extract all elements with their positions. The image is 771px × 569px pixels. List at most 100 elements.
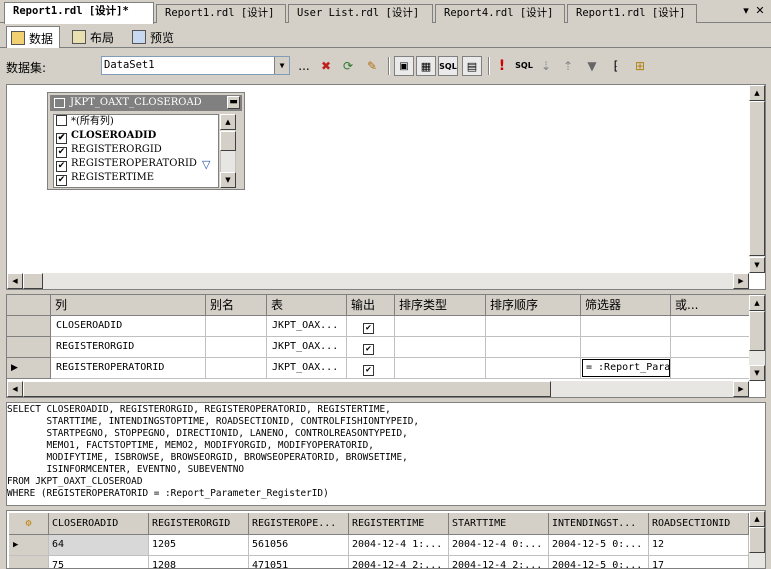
results-cell[interactable]: 2004-12-4 2:... (349, 556, 449, 568)
grid-cell-sort-type[interactable] (395, 337, 486, 358)
scroll-left-icon[interactable]: ◀ (7, 381, 23, 397)
row-selector[interactable] (9, 556, 49, 568)
grid-cell-filter[interactable] (581, 316, 671, 337)
grid-cell-table[interactable]: JKPT_OAX... (267, 316, 347, 337)
grid-vscroll[interactable]: ▲ ▼ (749, 295, 765, 381)
grid-header-alias[interactable]: 别名 (206, 295, 267, 316)
scroll-thumb[interactable] (749, 311, 765, 351)
row-selector[interactable] (7, 316, 51, 337)
results-cell[interactable]: 64 (49, 535, 149, 556)
grid-cell-column[interactable]: REGISTERORGID (51, 337, 206, 358)
minimize-icon[interactable]: ▬ (227, 96, 240, 109)
close-icon[interactable]: ✕ (753, 4, 767, 17)
sort-ascending-icon[interactable]: ⇣ (536, 56, 556, 76)
doc-tab-report1-3[interactable]: Report1.rdl [设计] (567, 4, 697, 23)
results-cell[interactable]: 471051 (249, 556, 349, 568)
add-table-icon[interactable]: ⊞ (630, 56, 650, 76)
grid-header-table[interactable]: 表 (267, 295, 347, 316)
scroll-thumb[interactable] (220, 131, 236, 151)
grid-cell-column[interactable]: REGISTEROPERATORID (51, 358, 206, 379)
tab-layout[interactable]: 布局 (68, 26, 120, 47)
doc-tab-report4[interactable]: Report4.rdl [设计] (435, 4, 565, 23)
diagram-pane-icon[interactable]: ▣ (394, 56, 414, 76)
table-scrollbar[interactable]: ▲ ▼ (220, 114, 236, 188)
grid-cell-output[interactable]: ✔ (347, 337, 395, 358)
scroll-left-icon[interactable]: ◀ (7, 273, 23, 289)
column-item-registertime[interactable]: ✔ REGISTERTIME (54, 171, 218, 186)
grid-cell-output[interactable]: ✔ (347, 358, 395, 379)
results-header[interactable]: REGISTEROPE... (249, 513, 349, 535)
results-cell[interactable]: 2004-12-5 0:... (549, 535, 649, 556)
diagram-vscroll[interactable]: ▲ ▼ (749, 85, 765, 273)
results-header[interactable]: CLOSEROADID (49, 513, 149, 535)
results-cell[interactable]: 17 (649, 556, 749, 568)
grid-cell-filter[interactable] (581, 337, 671, 358)
delete-dataset-icon[interactable]: ✖ (316, 56, 336, 76)
scroll-down-icon[interactable]: ▼ (749, 365, 765, 381)
grid-cell-sort-type[interactable] (395, 316, 486, 337)
tab-data[interactable]: 数据 (6, 26, 61, 48)
results-header[interactable]: ROADSECTIONID (649, 513, 749, 535)
grid-header-filter[interactable]: 筛选器 (581, 295, 671, 316)
grid-cell-or[interactable] (671, 316, 751, 337)
grid-header-sort-type[interactable]: 排序类型 (395, 295, 486, 316)
checkbox[interactable] (56, 115, 67, 126)
scroll-down-icon[interactable]: ▼ (749, 257, 765, 273)
results-cell[interactable]: 2004-12-5 0:... (549, 556, 649, 568)
grid-cell-sort-order[interactable] (486, 316, 581, 337)
grid-cell-or[interactable] (671, 337, 751, 358)
scroll-up-icon[interactable]: ▲ (220, 114, 236, 130)
grid-cell-alias[interactable] (206, 337, 267, 358)
grid-cell-table[interactable]: JKPT_OAX... (267, 337, 347, 358)
grid-cell-sort-order[interactable] (486, 358, 581, 379)
results-cell[interactable]: 2004-12-4 0:... (449, 535, 549, 556)
scroll-up-icon[interactable]: ▲ (749, 295, 765, 311)
remove-filter-icon[interactable]: ▼ (582, 56, 602, 76)
grid-cell-sort-type[interactable] (395, 358, 486, 379)
results-header[interactable]: REGISTERORGID (149, 513, 249, 535)
results-pane-icon[interactable]: ▤ (462, 56, 482, 76)
results-cell[interactable]: 2004-12-4 1:... (349, 535, 449, 556)
row-selector-current[interactable]: ▶ (9, 535, 49, 556)
scroll-thumb[interactable] (23, 381, 551, 397)
filter-input[interactable]: = :Report_Para (582, 359, 670, 377)
grid-cell-alias[interactable] (206, 316, 267, 337)
checkbox[interactable]: ✔ (56, 175, 67, 186)
results-cell[interactable]: 2004-12-4 2:... (449, 556, 549, 568)
scroll-right-icon[interactable]: ▶ (733, 273, 749, 289)
row-selector[interactable] (7, 337, 51, 358)
results-cell[interactable]: 1208 (149, 556, 249, 568)
grid-header-or[interactable]: 或... (671, 295, 751, 316)
grid-cell-column[interactable]: CLOSEROADID (51, 316, 206, 337)
doc-tab-report1-2[interactable]: Report1.rdl [设计] (156, 4, 286, 23)
results-cell[interactable]: 1205 (149, 535, 249, 556)
output-checkbox[interactable]: ✔ (363, 365, 374, 376)
grid-header-column[interactable]: 列 (51, 295, 206, 316)
scroll-down-icon[interactable]: ▼ (220, 172, 236, 188)
scroll-thumb[interactable] (749, 527, 765, 553)
results-vscroll[interactable]: ▲ (749, 511, 765, 568)
table-window[interactable]: JKPT_OAXT_CLOSEROAD ▬ *(所有列) ✔ CLOSEROADI… (47, 92, 245, 190)
results-header[interactable]: INTENDINGST... (549, 513, 649, 535)
results-cell[interactable]: 561056 (249, 535, 349, 556)
column-item-registerorgid[interactable]: ✔ REGISTERORGID (54, 143, 218, 158)
grid-cell-output[interactable]: ✔ (347, 316, 395, 337)
grid-pane-icon[interactable]: ▦ (416, 56, 436, 76)
scroll-up-icon[interactable]: ▲ (749, 511, 765, 527)
tab-list-dropdown-icon[interactable]: ▾ (739, 4, 753, 17)
scroll-up-icon[interactable]: ▲ (749, 85, 765, 101)
diagram-hscroll[interactable]: ◀ ▶ (7, 273, 749, 289)
refresh-fields-icon[interactable]: ⟳ (338, 56, 358, 76)
column-item-all[interactable]: *(所有列) (54, 115, 218, 129)
grid-cell-table[interactable]: JKPT_OAX... (267, 358, 347, 379)
chevron-down-icon[interactable]: ▼ (274, 57, 289, 74)
grid-header-output[interactable]: 输出 (347, 295, 395, 316)
edit-query-icon[interactable]: ✎ (362, 56, 382, 76)
grid-header-sort-order[interactable]: 排序顺序 (486, 295, 581, 316)
dataset-combo[interactable]: DataSet1 ▼ (101, 56, 290, 75)
grid-cell-sort-order[interactable] (486, 337, 581, 358)
sql-pane[interactable]: SELECT CLOSEROADID, REGISTERORGID, REGIS… (6, 402, 766, 506)
results-cell[interactable]: 75 (49, 556, 149, 568)
column-item-closeroadid[interactable]: ✔ CLOSEROADID (54, 129, 218, 144)
group-by-icon[interactable]: ⁅ (606, 56, 626, 76)
